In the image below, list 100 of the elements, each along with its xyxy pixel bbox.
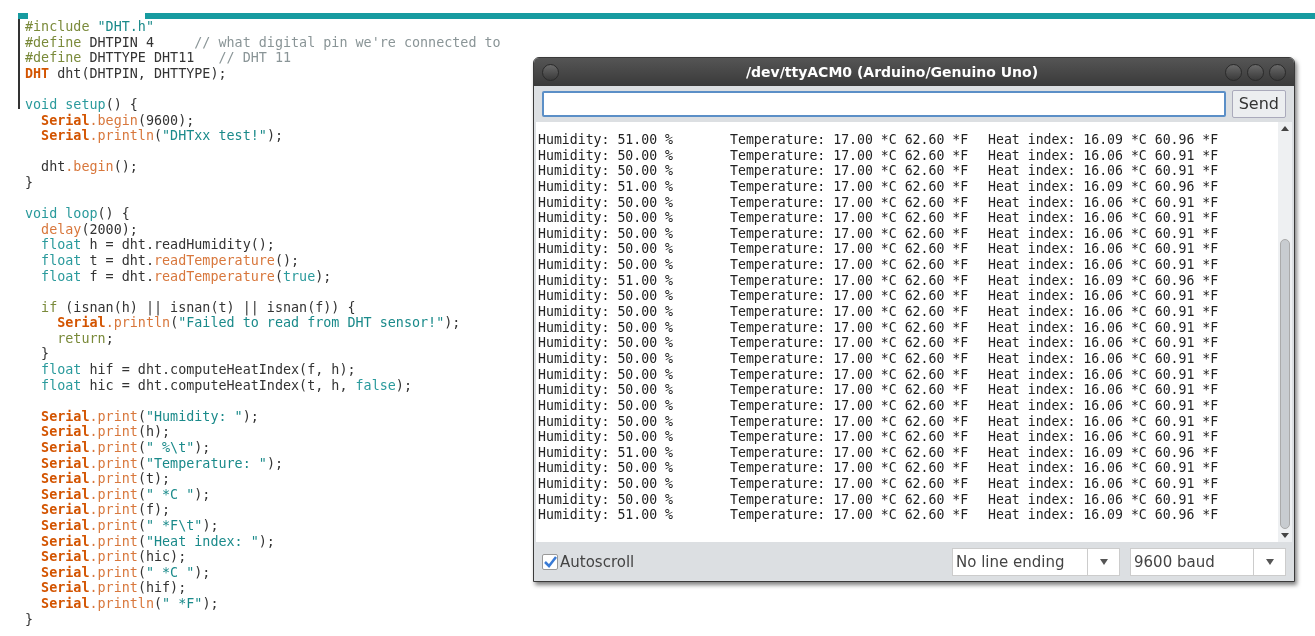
temperature-reading: Temperature: 17.00 *C 62.60 *F	[730, 241, 970, 258]
code-line: Serial.println("Failed to read from DHT sensor!");	[56, 315, 462, 331]
window-menu-icon[interactable]	[542, 63, 559, 81]
temperature-reading: Temperature: 17.00 *C 62.60 *F	[730, 225, 970, 242]
humidity-reading: Humidity: 50.00 %	[538, 382, 674, 398]
temperature-reading: Temperature: 17.00 *C 62.60 *F	[730, 257, 970, 273]
autoscroll-label: Autoscroll	[560, 551, 635, 573]
temperature-reading: Temperature: 17.00 *C 62.60 *F	[730, 350, 970, 367]
code-line: Serial.print(" %\t");	[40, 440, 212, 456]
humidity-reading: Humidity: 51.00 %	[538, 178, 674, 195]
code-line: void setup() {	[25, 96, 139, 113]
heat-index-reading: Heat index: 16.06 *C 60.91 *F	[988, 413, 1219, 430]
code-line: #define DHTPIN 4 // what digital pin we're connected to	[25, 34, 501, 51]
code-line: #define DHTTYPE DHT11 // DHT 11	[25, 50, 293, 66]
humidity-reading: Humidity: 50.00 %	[538, 429, 674, 445]
temperature-reading: Temperature: 17.00 *C 62.60 *F	[730, 491, 970, 508]
maximize-icon[interactable]	[1247, 63, 1264, 81]
scrollbar[interactable]	[1278, 122, 1292, 542]
code-line: Serial.println(" *F");	[40, 595, 220, 612]
temperature-reading: Temperature: 17.00 *C 62.60 *F	[730, 429, 970, 445]
send-button[interactable]: Send	[1231, 90, 1286, 118]
scroll-up-icon[interactable]	[1281, 126, 1289, 131]
temperature-reading: Temperature: 17.00 *C 62.60 *F	[730, 444, 970, 461]
scroll-thumb[interactable]	[1280, 239, 1290, 529]
temperature-reading: Temperature: 17.00 *C 62.60 *F	[730, 178, 970, 195]
heat-index-reading: Heat index: 16.06 *C 60.91 *F	[988, 429, 1219, 445]
heat-index-reading: Heat index: 16.06 *C 60.91 *F	[988, 288, 1219, 305]
heat-index-reading: Heat index: 16.06 *C 60.91 *F	[988, 304, 1219, 320]
code-line: float t = dht.readTemperature();	[40, 252, 301, 269]
code-line: delay(2000);	[40, 221, 139, 238]
code-line: #include "DHT.h"	[25, 19, 155, 35]
heat-index-reading: Heat index: 16.06 *C 60.91 *F	[988, 491, 1219, 508]
humidity-reading: Humidity: 50.00 %	[538, 225, 674, 242]
code-line: }	[40, 346, 51, 363]
humidity-reading: Humidity: 50.00 %	[538, 335, 674, 351]
heat-index-reading: Heat index: 16.06 *C 60.91 *F	[988, 397, 1219, 414]
heat-index-reading: Heat index: 16.06 *C 60.91 *F	[988, 241, 1219, 258]
baud-rate-dropdown[interactable]: 9600 baud	[1130, 548, 1286, 576]
humidity-reading: Humidity: 51.00 %	[538, 444, 674, 461]
dropdown-arrow-icon	[1265, 559, 1274, 565]
temperature-reading: Temperature: 17.00 *C 62.60 *F	[730, 147, 970, 164]
humidity-reading: Humidity: 50.00 %	[538, 147, 674, 164]
code-line: Serial.print(" *C ");	[40, 486, 212, 502]
temperature-reading: Temperature: 17.00 *C 62.60 *F	[730, 132, 970, 148]
code-line: }	[25, 611, 35, 628]
code-line: dht.begin();	[40, 159, 139, 175]
humidity-reading: Humidity: 50.00 %	[538, 476, 674, 492]
code-line: Serial.print(h);	[40, 424, 172, 440]
heat-index-reading: Heat index: 16.06 *C 60.91 *F	[988, 335, 1219, 351]
humidity-reading: Humidity: 50.00 %	[538, 257, 674, 273]
autoscroll-checkbox[interactable]	[542, 554, 558, 570]
scroll-down-icon[interactable]	[1281, 533, 1289, 538]
code-line: Serial.println("DHTxx test!");	[40, 128, 284, 144]
line-ending-dropdown[interactable]: No line ending	[952, 548, 1120, 576]
code-line: void loop() {	[25, 206, 131, 222]
temperature-reading: Temperature: 17.00 *C 62.60 *F	[730, 366, 970, 383]
humidity-reading: Humidity: 50.00 %	[538, 163, 674, 179]
editor-tab-bar	[18, 13, 28, 19]
send-input-field[interactable]	[542, 91, 1226, 117]
heat-index-reading: Heat index: 16.09 *C 60.96 *F	[988, 507, 1219, 523]
code-line: }	[25, 174, 35, 191]
humidity-reading: Humidity: 50.00 %	[538, 491, 674, 508]
heat-index-reading: Heat index: 16.06 *C 60.91 *F	[988, 460, 1219, 477]
code-line: if (isnan(h) || isnan(t) || isnan(f)) {	[40, 299, 357, 316]
code-line: DHT dht(DHTPIN, DHTTYPE);	[25, 65, 228, 82]
humidity-reading: Humidity: 50.00 %	[538, 210, 674, 226]
heat-index-reading: Heat index: 16.09 *C 60.96 *F	[988, 272, 1219, 289]
temperature-reading: Temperature: 17.00 *C 62.60 *F	[730, 460, 970, 477]
dropdown-arrow-icon	[1099, 559, 1108, 565]
temperature-reading: Temperature: 17.00 *C 62.60 *F	[730, 382, 970, 398]
humidity-reading: Humidity: 50.00 %	[538, 288, 674, 305]
heat-index-reading: Heat index: 16.06 *C 60.91 *F	[988, 210, 1219, 226]
code-line: Serial.print("Heat index: ");	[40, 533, 276, 549]
minimize-icon[interactable]	[1225, 63, 1242, 81]
code-line: Serial.print("Temperature: ");	[40, 455, 284, 471]
window-title: /dev/ttyACM0 (Arduino/Genuino Uno)	[744, 62, 1040, 82]
heat-index-reading: Heat index: 16.09 *C 60.96 *F	[988, 132, 1219, 148]
heat-index-reading: Heat index: 16.06 *C 60.91 *F	[988, 319, 1219, 336]
temperature-reading: Temperature: 17.00 *C 62.60 *F	[730, 272, 970, 289]
humidity-reading: Humidity: 50.00 %	[538, 366, 674, 383]
code-line: Serial.print("Humidity: ");	[40, 408, 260, 424]
code-line: Serial.print(f);	[40, 502, 172, 518]
code-line: Serial.begin(9600);	[40, 112, 196, 128]
code-line: Serial.print(" *C ");	[40, 564, 212, 580]
heat-index-reading: Heat index: 16.06 *C 60.91 *F	[988, 147, 1219, 164]
temperature-reading: Temperature: 17.00 *C 62.60 *F	[730, 476, 970, 492]
temperature-reading: Temperature: 17.00 *C 62.60 *F	[730, 413, 970, 430]
humidity-reading: Humidity: 50.00 %	[538, 304, 674, 320]
heat-index-reading: Heat index: 16.09 *C 60.96 *F	[988, 444, 1219, 461]
heat-index-reading: Heat index: 16.06 *C 60.91 *F	[988, 257, 1219, 273]
temperature-reading: Temperature: 17.00 *C 62.60 *F	[730, 210, 970, 226]
close-icon[interactable]	[1269, 63, 1286, 81]
code-line: Serial.print(t);	[40, 471, 172, 487]
temperature-reading: Temperature: 17.00 *C 62.60 *F	[730, 507, 970, 523]
temperature-reading: Temperature: 17.00 *C 62.60 *F	[730, 163, 970, 179]
humidity-reading: Humidity: 50.00 %	[538, 241, 674, 258]
heat-index-reading: Heat index: 16.06 *C 60.91 *F	[988, 194, 1219, 211]
code-line: float hic = dht.computeHeatIndex(t, h, false);	[40, 377, 413, 394]
code-line: Serial.print(hif);	[40, 580, 188, 596]
humidity-reading: Humidity: 50.00 %	[538, 413, 674, 430]
